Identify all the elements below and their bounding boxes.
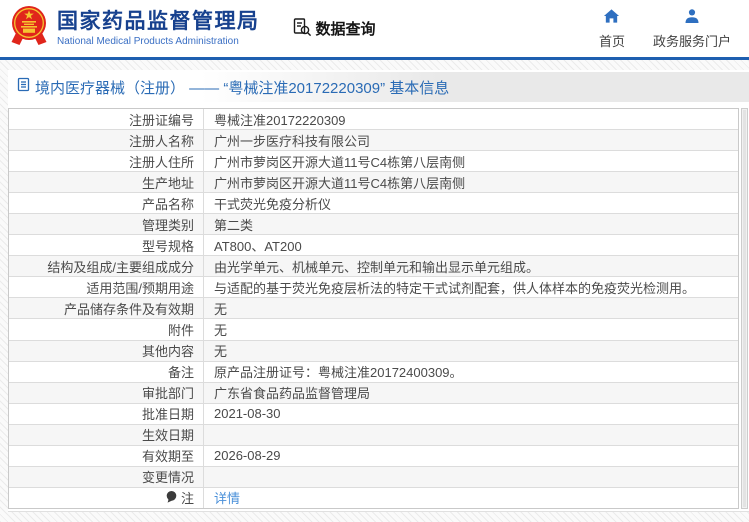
row-value: 2021-08-30 [214,406,281,422]
table-row: 注册人名称 广州一步医疗科技有限公司 [9,130,738,152]
info-table-wrap: 注册证编号 粤械注准20172220309 注册人名称 广州一步医疗科技有限公司 注册人… [8,108,739,509]
row-value: 广州一步医疗科技有限公司 [214,133,371,149]
row-value: 粤械注准20172220309 [214,112,346,128]
table-row: 生产地址 广州市萝岗区开源大道11号C4栋第八层南侧 [9,172,738,194]
table-row: 注册证编号 粤械注准20172220309 [9,109,738,131]
page-title-bar: 境内医疗器械（注册） —— “粤械注准20172220309” 基本信息 [8,72,749,102]
nav-portal-label: 政务服务门户 [652,33,731,49]
row-label: 结构及组成/主要组成成分 [9,256,204,277]
row-value [204,467,738,487]
row-value: 无 [214,344,228,360]
table-row: 注详情 [9,487,738,508]
row-value: AT800、AT200 [214,238,302,254]
header-nav: 首页 政务服务门户 [599,8,731,50]
vertical-scrollbar[interactable] [741,108,748,509]
table-row: 附件无 [9,319,738,341]
site-header: 国家药品监督管理局 National Medical Products Admi… [0,0,749,60]
row-label: 产品名称 [9,193,204,214]
data-query-tab[interactable]: 数据查询 [292,17,376,41]
note-bubble-icon [165,490,181,506]
row-label: 有效期至 [9,445,204,466]
nmpa-logo[interactable]: 国家药品监督管理局 National Medical Products Admi… [10,4,260,53]
row-label: 其他内容 [9,340,204,361]
row-label: 注 [9,487,204,508]
nmpa-data-query-page: 国家药品监督管理局 National Medical Products Admi… [0,0,749,522]
nav-portal[interactable]: 政务服务门户 [653,8,731,50]
table-row: 其他内容无 [9,340,738,362]
table-row: 管理类别 第二类 [9,214,738,236]
brand-text: 国家药品监督管理局 National Medical Products Admi… [57,10,260,47]
table-row: 产品名称 干式荧光免疫分析仪 [9,193,738,215]
document-icon [17,77,35,97]
row-label: 产品储存条件及有效期 [9,298,204,319]
table-row: 有效期至 2026-08-29 [9,445,738,467]
national-emblem-icon [10,4,48,53]
row-label: 注册人住所 [9,151,204,172]
table-row: 变更情况 [9,466,738,488]
person-icon [684,8,700,31]
row-label: 注册人名称 [9,130,204,151]
row-label: 生产地址 [9,172,204,193]
table-row: 备注 原产品注册证号：粤械注准20172400309。 [9,361,738,383]
scrollbar-thumb[interactable] [743,110,746,507]
row-value: 详情 [204,488,738,508]
row-value: 广州市萝岗区开源大道11号C4栋第八层南侧 [214,175,466,191]
table-row: 适用范围/预期用途 与适配的基于荧光免疫层析法的特定干式试剂配套，供人体样本的免疫… [9,277,738,299]
row-label: 审批部门 [9,382,204,403]
doc-search-icon [292,17,316,41]
row-value: 广州市萝岗区开源大道11号C4栋第八层南侧 [214,154,466,170]
table-row: 型号规格 AT800、AT200 [9,235,738,257]
nav-home[interactable]: 首页 [599,8,625,50]
row-value: 无 [214,301,228,317]
row-label: 注册证编号 [9,109,204,130]
row-label: 适用范围/预期用途 [9,277,204,298]
row-value: 原产品注册证号：粤械注准20172400309。 [214,365,463,381]
row-value: 由光学单元、机械单元、控制单元和输出显示单元组成。 [214,259,540,275]
content-panel: 境内医疗器械（注册） —— “粤械注准20172220309” 基本信息 注册证… [8,70,749,512]
home-icon [603,8,620,31]
row-value: 与适配的基于荧光免疫层析法的特定干式试剂配套，供人体样本的免疫荧光检测用。 [214,280,696,296]
row-value: 干式荧光免疫分析仪 [214,196,332,212]
data-query-label: 数据查询 [315,21,376,38]
row-label: 批准日期 [9,403,204,424]
row-value: 无 [214,322,228,338]
org-name-cn: 国家药品监督管理局 [57,10,260,33]
page-title: 境内医疗器械（注册） —— “粤械注准20172220309” 基本信息 [35,79,450,97]
row-label: 备注 [9,361,204,382]
table-row: 生效日期 [9,424,738,446]
table-row: 结构及组成/主要组成成分 由光学单元、机械单元、控制单元和输出显示单元组成。 [9,256,738,278]
row-label: 附件 [9,319,204,340]
row-label: 变更情况 [9,466,204,487]
row-value: 第二类 [214,217,254,233]
detail-link[interactable]: 详情 [214,488,240,507]
row-label: 生效日期 [9,424,204,445]
row-value [204,425,738,445]
nav-home-label: 首页 [598,33,625,49]
table-row: 注册人住所 广州市萝岗区开源大道11号C4栋第八层南侧 [9,151,738,173]
info-table: 注册证编号 粤械注准20172220309 注册人名称 广州一步医疗科技有限公司 注册人… [9,109,738,508]
table-row: 批准日期 2021-08-30 [9,403,738,425]
row-value: 广东省食品药品监督管理局 [214,386,371,402]
row-label: 管理类别 [9,214,204,235]
row-value: 2026-08-29 [214,448,281,464]
table-row: 审批部门 广东省食品药品监督管理局 [9,382,738,404]
row-label: 型号规格 [9,235,204,256]
table-row: 产品储存条件及有效期无 [9,298,738,320]
org-name-en: National Medical Products Administration [57,36,239,47]
